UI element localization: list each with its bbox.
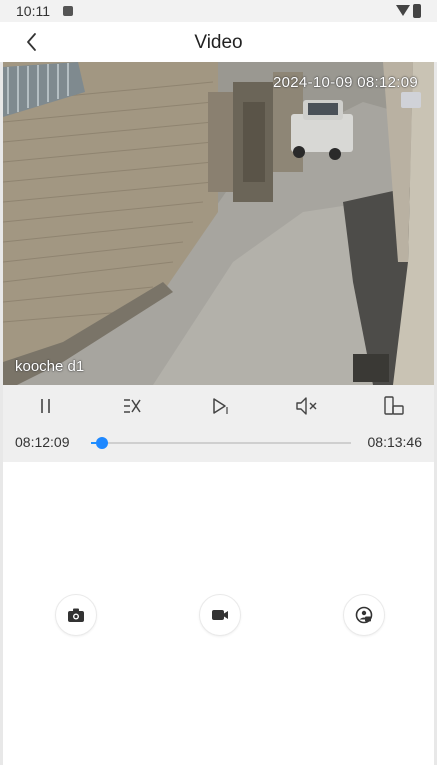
battery-icon [413,4,421,18]
extra-action-button[interactable] [343,594,385,636]
notification-icon [63,6,73,16]
progress-knob[interactable] [96,437,109,449]
action-buttons [0,594,437,638]
status-time: 10:11 [16,3,50,19]
progress-track[interactable] [91,437,351,449]
wifi-icon [396,5,410,16]
end-time: 08:13:46 [367,434,423,450]
play-step-icon [213,398,228,414]
pause-button[interactable] [31,393,61,423]
video-player[interactable]: 2024-10-09 08:12:09 kooche d1 [3,62,434,385]
video-camera-icon [212,610,228,620]
video-frame [3,62,434,385]
pause-icon [41,399,50,413]
mute-button[interactable] [292,393,322,423]
record-button[interactable] [199,594,241,636]
step-play-button[interactable] [205,393,235,423]
app-bar: Video [0,22,437,62]
camera-name: kooche d1 [15,358,85,375]
timeline: 08:12:09 08:13:46 [3,429,434,455]
video-timestamp: 2024-10-09 08:12:09 [273,74,418,91]
playback-controls: 08:12:09 08:13:46 [3,385,434,462]
start-time: 08:12:09 [15,434,70,450]
page-title: Video [194,32,243,53]
face-lock-icon [355,606,373,624]
snapshot-button[interactable] [55,594,97,636]
rotate-fullscreen-button[interactable] [379,393,409,423]
speaker-muted-icon [296,397,317,415]
status-bar: 10:11 [0,0,437,22]
speed-x-icon [124,399,141,413]
camera-icon [68,608,84,622]
fullscreen-rotate-icon [384,396,404,415]
speed-button[interactable] [118,393,148,423]
control-buttons-row [3,393,434,423]
